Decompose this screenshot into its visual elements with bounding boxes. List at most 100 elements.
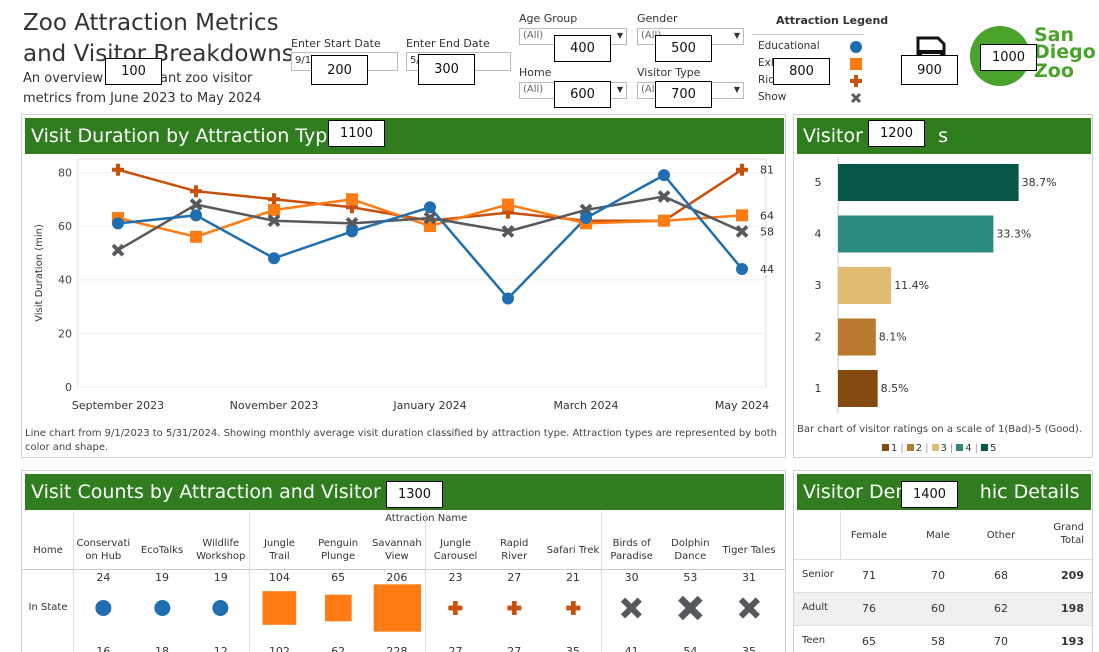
y-tick-label: 40	[58, 274, 72, 287]
demographics-cell: 193	[1061, 635, 1084, 648]
data-point-exhibit	[346, 193, 358, 206]
count-mark	[95, 600, 112, 616]
legend-separator: |	[925, 443, 929, 454]
gender-label: Gender	[637, 12, 678, 25]
column-header: Dolphin Dance	[661, 537, 720, 563]
count-value: 102	[268, 645, 290, 652]
x-tick-label: November 2023	[230, 399, 319, 412]
count-value: 53	[683, 571, 698, 584]
demographics-column-header: Grand Total	[1053, 522, 1084, 546]
overlay-label: 100	[105, 58, 162, 85]
attraction-name-header: Attraction Name	[385, 513, 468, 524]
demographics-cell: 65	[862, 635, 876, 648]
chevron-down-icon: ▼	[616, 85, 623, 94]
chevron-down-icon: ▼	[616, 31, 623, 40]
overlay-label: 1300	[386, 481, 443, 508]
legend-item-show[interactable]: Show	[752, 89, 864, 106]
rating-value-label: 8.1%	[879, 331, 907, 344]
home-label: Home	[519, 66, 552, 79]
overlay-label: 400	[554, 35, 611, 62]
count-mark	[212, 600, 229, 616]
data-point-educational	[658, 169, 670, 182]
legend-separator: |	[900, 443, 904, 454]
count-value: 54	[683, 645, 698, 652]
data-point-educational	[424, 201, 436, 214]
column-header-line: Carousel	[433, 551, 478, 562]
count-value: 19	[213, 571, 228, 584]
y-axis-label: Visit Duration (min)	[34, 224, 45, 322]
column-header: Penguin Plunge	[309, 537, 368, 563]
rating-category-label: 3	[815, 279, 822, 292]
count-value: 16	[96, 645, 111, 652]
column-header: Safari Trek	[544, 544, 603, 557]
column-header: Savannah View	[368, 537, 427, 563]
demographics-column-header: Male	[926, 530, 950, 541]
series-end-label: 64	[760, 209, 774, 222]
ratings-legend-item[interactable]: 5	[981, 443, 996, 454]
count-value: 35	[565, 645, 580, 652]
legend-item-educational[interactable]: Educational	[752, 38, 864, 55]
ratings-legend-label: 5	[990, 443, 997, 454]
column-header-line: Tiger Tales	[722, 545, 776, 556]
ratings-legend-item[interactable]: 3	[931, 443, 947, 454]
legend-separator: |	[974, 443, 978, 454]
start-date-label: Enter Start Date	[291, 37, 381, 50]
overlay-label: 1200	[868, 120, 925, 147]
overlay-label: 1100	[328, 120, 385, 147]
series-end-label: 58	[760, 225, 774, 238]
dashboard-title-line1: Zoo Attraction Metrics	[23, 10, 279, 36]
count-mark	[507, 601, 522, 615]
home-value: (All)	[523, 84, 544, 95]
demographics-title-end: hic Details	[979, 481, 1080, 503]
column-header: Jungle Trail	[250, 537, 309, 563]
x-tick-label: January 2024	[392, 399, 466, 412]
count-value: 21	[565, 571, 580, 584]
ratings-title-end: s	[938, 125, 949, 147]
rating-bar	[838, 267, 892, 304]
ratings-legend-item[interactable]: 2	[906, 443, 923, 454]
data-point-ride	[268, 193, 280, 206]
ratings-legend-label: 2	[915, 443, 923, 454]
count-mark	[324, 594, 352, 622]
ratings-legend-item[interactable]: 1	[882, 443, 897, 454]
count-value: 12	[213, 645, 228, 652]
square-mark	[324, 594, 352, 622]
y-tick-label: 80	[58, 166, 72, 179]
demographics-cell: 58	[931, 635, 945, 648]
legend-swatch-icon	[906, 444, 914, 451]
demographics-cell: 209	[1061, 569, 1084, 582]
square-mark	[262, 591, 297, 625]
visitor-type-label: Visitor Type	[637, 66, 701, 79]
rating-bar	[838, 164, 1019, 201]
demographics-table: Female Male Other Grand Total Senior 71 70 68 20…	[794, 511, 1092, 652]
count-value: 23	[448, 571, 463, 584]
data-point-exhibit	[736, 209, 748, 222]
legend-swatch-icon	[981, 444, 988, 451]
data-point-educational	[502, 292, 514, 305]
count-value: 27	[507, 571, 522, 584]
column-header: Jungle Carousel	[426, 537, 485, 563]
count-value: 206	[386, 571, 408, 584]
x-mark	[621, 597, 643, 619]
count-mark	[678, 595, 703, 621]
column-header: Rapid River	[485, 537, 544, 563]
demographics-column-header: Female	[850, 530, 888, 541]
overlay-label: 1000	[980, 44, 1037, 71]
column-header-line: EcoTalks	[140, 545, 184, 556]
demographics-cell: 198	[1061, 602, 1084, 615]
data-point-educational	[112, 217, 124, 230]
logo-diego: Diego	[1034, 41, 1096, 63]
x-icon	[851, 93, 861, 103]
data-point-educational	[346, 225, 358, 238]
demographics-cell: 70	[994, 635, 1008, 648]
column-header: EcoTalks	[133, 544, 192, 557]
header-divider	[22, 569, 785, 570]
data-point-ride	[112, 163, 124, 176]
rating-value-label: 11.4%	[894, 279, 929, 292]
rating-category-label: 1	[815, 382, 822, 395]
column-header-line: View	[384, 551, 409, 562]
dashboard-subtitle-end: ant zoo visitor	[160, 71, 253, 86]
logo-zoo: Zoo	[1034, 60, 1074, 82]
row-label: In State	[28, 602, 68, 613]
ratings-legend-item[interactable]: 4	[956, 443, 972, 454]
